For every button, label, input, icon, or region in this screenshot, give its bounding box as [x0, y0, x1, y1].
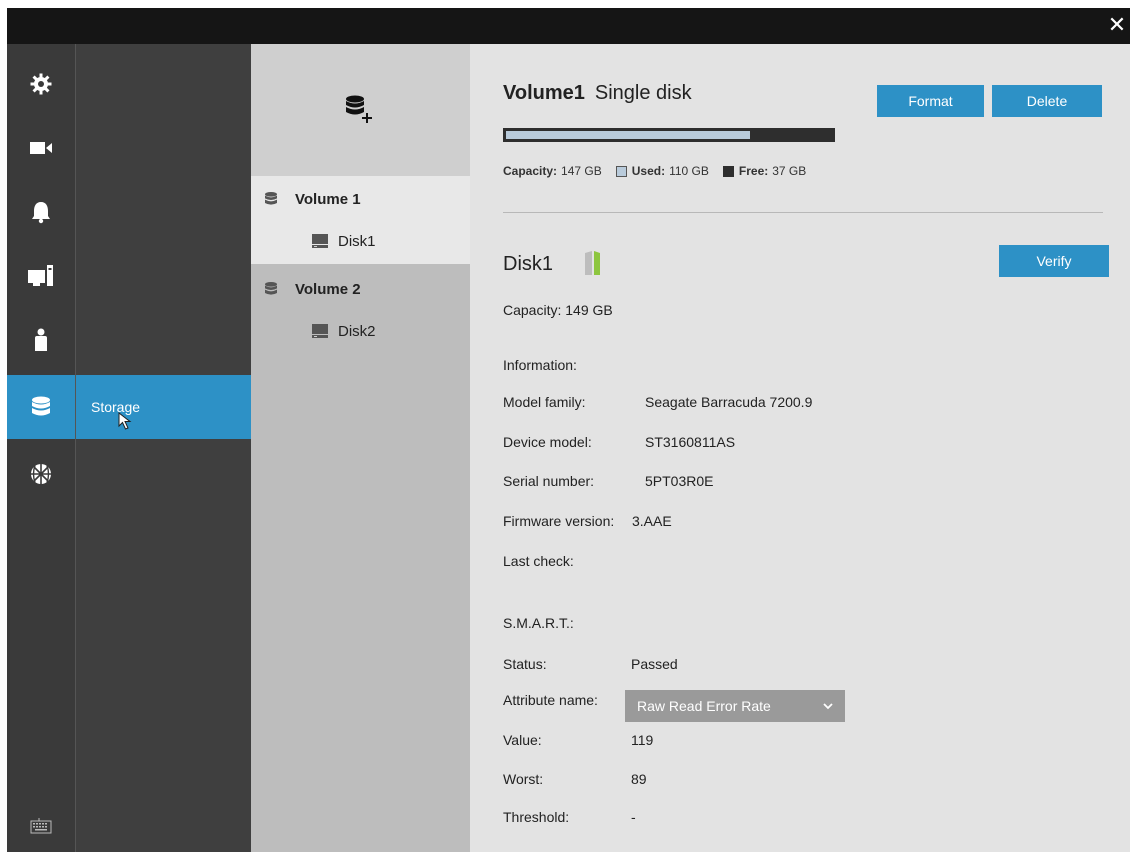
bell-icon — [32, 202, 50, 224]
status-label: Status: — [503, 656, 547, 672]
sidebar-item-storage[interactable] — [7, 375, 75, 439]
sidebar-item-events[interactable] — [7, 180, 75, 244]
user-icon — [35, 328, 47, 351]
sidebar-item-system[interactable] — [7, 244, 75, 308]
add-volume-icon[interactable] — [344, 94, 374, 126]
value-label: Value: — [503, 732, 542, 748]
submenu-item-storage[interactable]: Storage — [76, 375, 252, 439]
free-swatch — [722, 165, 734, 177]
usage-bar-used — [506, 131, 750, 139]
sidebar-item-users[interactable] — [7, 308, 75, 372]
icon-sidebar — [7, 44, 75, 852]
used-swatch — [615, 165, 627, 177]
submenu-panel: Storage — [75, 44, 252, 852]
database-icon — [265, 192, 277, 205]
threshold-label: Threshold: — [503, 809, 570, 825]
app-window: ✕ Storage Volume 1 Disk1 Volume 2 Disk2 … — [7, 8, 1130, 852]
close-button[interactable]: ✕ — [1104, 12, 1130, 40]
used-label: Used: — [631, 164, 666, 178]
model-family-value: Seagate Barracuda 7200.9 — [645, 394, 813, 410]
capacity-label: Capacity: — [503, 164, 558, 178]
used-value: 110 GB — [669, 164, 709, 178]
format-button[interactable]: Format — [877, 85, 984, 117]
network-globe-icon — [31, 464, 51, 484]
attribute-name-label: Attribute name: — [503, 692, 598, 708]
delete-button[interactable]: Delete — [992, 85, 1102, 117]
disk-status-icon — [585, 251, 600, 275]
capacity-legend: Capacity: 147 GB Used: 110 GB Free: 37 G… — [503, 164, 806, 178]
computer-icon — [28, 265, 53, 286]
status-value: Passed — [631, 656, 678, 672]
sidebar-item-network[interactable] — [7, 442, 75, 506]
smart-heading: S.M.A.R.T.: — [503, 615, 574, 631]
hard-drive-icon — [312, 234, 328, 248]
disk-item-1[interactable]: Disk1 — [251, 220, 470, 262]
serial-number-value: 5PT03R0E — [645, 473, 714, 489]
volume-title: Volume1 Single disk — [503, 82, 692, 105]
volume-list-panel: Volume 1 Disk1 Volume 2 Disk2 — [251, 44, 470, 852]
database-icon — [265, 282, 277, 295]
firmware-value: 3.AAE — [632, 513, 672, 529]
mouse-cursor-icon — [118, 412, 132, 430]
disk-item-2[interactable]: Disk2 — [251, 310, 470, 352]
verify-button[interactable]: Verify — [999, 245, 1109, 277]
attribute-select[interactable]: Raw Read Error Rate — [625, 690, 845, 722]
last-check-label: Last check: — [503, 553, 574, 569]
firmware-label: Firmware version: — [503, 513, 615, 529]
volume-item-2[interactable]: Volume 2 — [251, 268, 470, 310]
disk-capacity: Capacity: 149 GB — [503, 302, 613, 318]
free-label: Free: — [738, 164, 769, 178]
volume-name: Volume1 — [503, 82, 585, 104]
chevron-down-icon — [823, 703, 833, 710]
free-value: 37 GB — [772, 164, 807, 178]
sidebar-item-camera[interactable] — [7, 116, 75, 180]
sidebar-item-settings[interactable] — [7, 52, 75, 116]
volume-item-1[interactable]: Volume 1 — [251, 178, 470, 220]
serial-number-label: Serial number: — [503, 473, 595, 489]
volume-detail-panel: Volume1 Single disk Format Delete Capacit… — [470, 44, 1130, 852]
camera-icon — [30, 142, 52, 154]
worst-label: Worst: — [503, 771, 544, 787]
volume-type: Single disk — [594, 82, 692, 104]
database-icon — [32, 396, 50, 416]
device-model-value: ST3160811AS — [645, 434, 736, 450]
attribute-select-value: Raw Read Error Rate — [637, 698, 771, 714]
usage-bar — [503, 128, 835, 142]
disk-title: Disk1 — [503, 253, 554, 275]
volume-list-header — [251, 44, 470, 176]
disk-label: Disk1 — [338, 232, 376, 250]
volume-label: Volume 2 — [295, 280, 361, 298]
threshold-value: - — [631, 809, 636, 825]
capacity-value: 147 GB — [561, 164, 602, 178]
device-model-label: Device model: — [503, 434, 592, 450]
value-value: 119 — [631, 732, 654, 748]
worst-value: 89 — [631, 771, 647, 787]
model-family-label: Model family: — [503, 394, 586, 410]
information-heading: Information: — [503, 357, 577, 373]
gear-icon — [30, 73, 52, 95]
volume-label: Volume 1 — [295, 190, 361, 208]
disk-label: Disk2 — [338, 322, 376, 340]
sidebar-item-keyboard[interactable] — [7, 802, 75, 850]
title-bar: ✕ — [7, 8, 1130, 44]
hard-drive-icon — [312, 324, 328, 338]
section-divider — [503, 212, 1103, 213]
keyboard-icon — [30, 818, 52, 834]
